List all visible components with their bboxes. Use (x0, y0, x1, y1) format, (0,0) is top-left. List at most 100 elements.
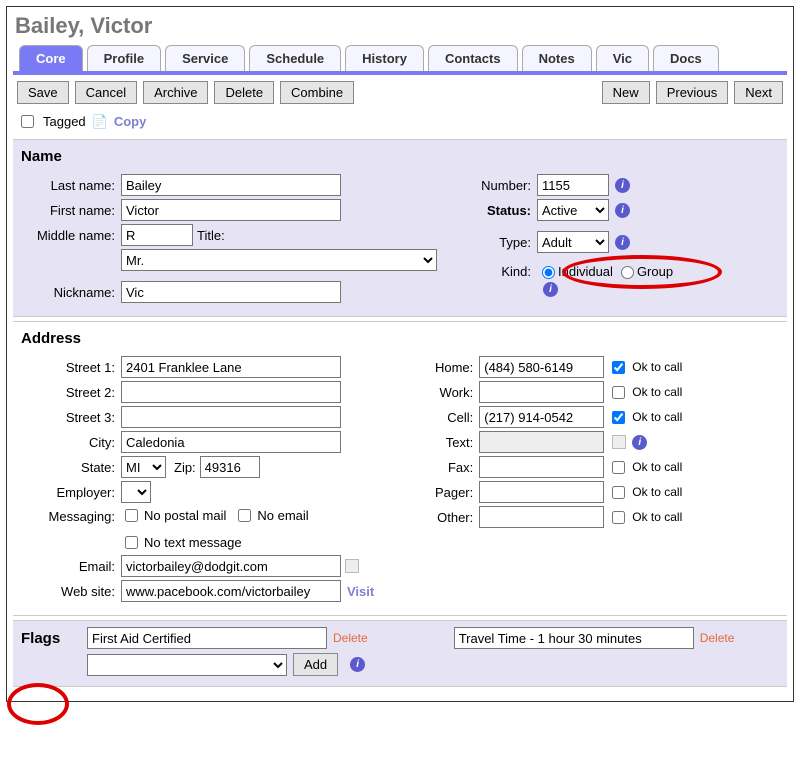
previous-button[interactable]: Previous (656, 81, 729, 104)
info-icon[interactable]: i (632, 435, 647, 450)
name-panel: Name Last name: First name: Middle name:… (13, 139, 787, 317)
pager-label: Pager: (409, 485, 479, 500)
title-label: Title: (197, 228, 225, 243)
flag-add-button[interactable]: Add (293, 653, 338, 676)
info-icon[interactable]: i (615, 235, 630, 250)
flag-add-select[interactable] (87, 654, 287, 676)
cancel-button[interactable]: Cancel (75, 81, 137, 104)
number-label: Number: (437, 178, 537, 193)
info-icon[interactable]: i (615, 178, 630, 193)
nickname-input[interactable] (121, 281, 341, 303)
street3-input[interactable] (121, 406, 341, 428)
new-button[interactable]: New (602, 81, 650, 104)
text-ok-checkbox[interactable] (612, 435, 626, 449)
tab-profile[interactable]: Profile (87, 45, 161, 71)
employer-select[interactable] (121, 481, 151, 503)
work-input[interactable] (479, 381, 604, 403)
other-ok-checkbox[interactable] (612, 511, 625, 524)
info-icon[interactable]: i (350, 657, 365, 672)
web-input[interactable] (121, 580, 341, 602)
last-name-input[interactable] (121, 174, 341, 196)
tab-bar: Core Profile Service Schedule History Co… (13, 45, 787, 75)
type-label: Type: (437, 235, 537, 250)
number-input[interactable] (537, 174, 609, 196)
web-label: Web site: (21, 584, 121, 599)
cell-input[interactable] (479, 406, 604, 428)
callout-flags (7, 683, 69, 725)
no-email-checkbox[interactable] (238, 509, 251, 522)
state-label: State: (21, 460, 121, 475)
status-select[interactable]: Active (537, 199, 609, 221)
ok-call-label: Ok to call (632, 410, 682, 424)
flags-heading: Flags (21, 630, 81, 647)
tab-schedule[interactable]: Schedule (249, 45, 341, 71)
text-label: Text: (409, 435, 479, 450)
page-title: Bailey, Victor (13, 9, 787, 45)
cell-label: Cell: (409, 410, 479, 425)
first-name-label: First name: (21, 203, 121, 218)
combine-button[interactable]: Combine (280, 81, 354, 104)
work-ok-checkbox[interactable] (612, 386, 625, 399)
toolbar: Save Cancel Archive Delete Combine New P… (13, 75, 787, 110)
type-select[interactable]: Adult (537, 231, 609, 253)
ok-call-label: Ok to call (632, 385, 682, 399)
zip-label: Zip: (174, 460, 196, 475)
visit-link[interactable]: Visit (347, 584, 374, 599)
home-label: Home: (409, 360, 479, 375)
zip-input[interactable] (200, 456, 260, 478)
email-label: Email: (21, 559, 121, 574)
messaging-label: Messaging: (21, 506, 121, 524)
tagged-checkbox[interactable] (21, 115, 34, 128)
cell-ok-checkbox[interactable] (612, 411, 625, 424)
tab-contacts[interactable]: Contacts (428, 45, 518, 71)
fax-ok-checkbox[interactable] (612, 461, 625, 474)
tab-history[interactable]: History (345, 45, 424, 71)
email-input[interactable] (121, 555, 341, 577)
kind-group-radio[interactable] (621, 266, 634, 279)
home-input[interactable] (479, 356, 604, 378)
state-select[interactable]: MI (121, 456, 166, 478)
no-text-checkbox[interactable] (125, 536, 138, 549)
flag1-delete-link[interactable]: Delete (333, 631, 368, 645)
info-icon[interactable]: i (615, 203, 630, 218)
flag1-input[interactable] (87, 627, 327, 649)
address-panel: Address Street 1: Street 2: Street 3: Ci… (13, 321, 787, 616)
title-select[interactable]: Mr. (121, 249, 437, 271)
home-ok-checkbox[interactable] (612, 361, 625, 374)
flag2-input[interactable] (454, 627, 694, 649)
street2-input[interactable] (121, 381, 341, 403)
first-name-input[interactable] (121, 199, 341, 221)
tab-service[interactable]: Service (165, 45, 245, 71)
copy-link[interactable]: Copy (114, 114, 147, 129)
pager-input[interactable] (479, 481, 604, 503)
street3-label: Street 3: (21, 410, 121, 425)
street1-label: Street 1: (21, 360, 121, 375)
email-ok-checkbox[interactable] (345, 559, 359, 573)
tab-vic[interactable]: Vic (596, 45, 649, 71)
tab-docs[interactable]: Docs (653, 45, 719, 71)
save-button[interactable]: Save (17, 81, 69, 104)
flags-panel: Flags Delete Delete Add i (13, 620, 787, 687)
ok-call-label: Ok to call (632, 510, 682, 524)
other-input[interactable] (479, 506, 604, 528)
no-text-label: No text message (144, 535, 242, 550)
name-heading: Name (21, 146, 779, 171)
delete-button[interactable]: Delete (214, 81, 274, 104)
city-input[interactable] (121, 431, 341, 453)
archive-button[interactable]: Archive (143, 81, 208, 104)
flag2-delete-link[interactable]: Delete (700, 631, 735, 645)
tab-core[interactable]: Core (19, 45, 83, 71)
fax-label: Fax: (409, 460, 479, 475)
next-button[interactable]: Next (734, 81, 783, 104)
employer-label: Employer: (21, 485, 121, 500)
fax-input[interactable] (479, 456, 604, 478)
pager-ok-checkbox[interactable] (612, 486, 625, 499)
kind-individual-radio[interactable] (542, 266, 555, 279)
no-postal-checkbox[interactable] (125, 509, 138, 522)
no-email-label: No email (257, 508, 308, 523)
info-icon[interactable]: i (543, 282, 558, 297)
tab-notes[interactable]: Notes (522, 45, 592, 71)
last-name-label: Last name: (21, 178, 121, 193)
street1-input[interactable] (121, 356, 341, 378)
middle-name-input[interactable] (121, 224, 193, 246)
